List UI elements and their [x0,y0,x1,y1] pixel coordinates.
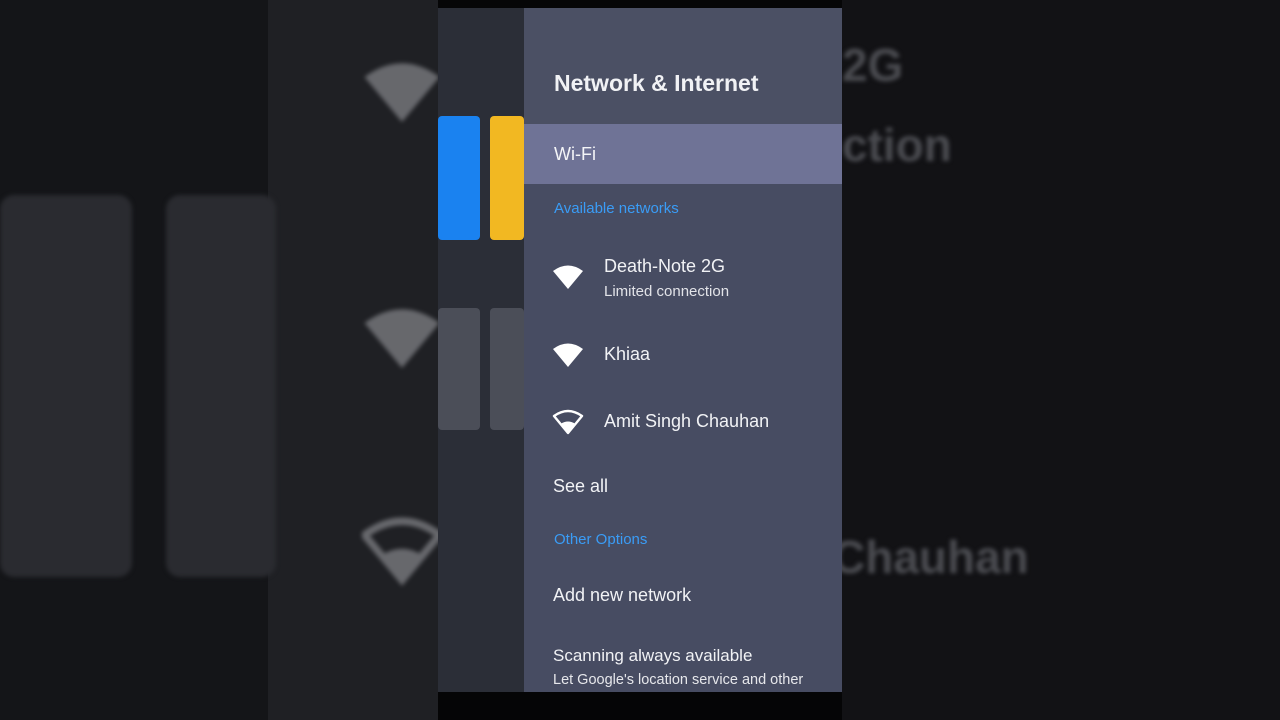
network-item-death-note[interactable]: Death-Note 2G Limited connection [524,252,842,302]
background-text: Chauhan [842,531,1029,583]
network-item-khiaa[interactable]: Khiaa [524,340,842,390]
other-options-label: Other Options [554,531,648,548]
background-wifi-icon [362,517,438,586]
app-tile-blue[interactable] [438,116,480,240]
network-name: Death-Note 2G [604,256,726,276]
panel-title: Network & Internet [554,70,759,96]
scanning-description: Let Google's location service and other [553,672,804,688]
wifi-partial-icon [552,409,584,435]
network-item-amit-singh-chauhan[interactable]: Amit Singh Chauhan [524,407,842,457]
settings-panel: Network & Internet Wi-Fi Available netwo… [524,8,842,692]
wifi-row-label: Wi-Fi [554,144,596,164]
app-tile[interactable] [490,308,524,430]
wifi-toggle-row[interactable]: Wi-Fi [524,124,842,184]
background-wifi-icon [364,63,438,122]
see-all-button[interactable]: See all [553,476,608,497]
add-new-network-button[interactable]: Add new network [553,585,691,606]
top-letterbox [438,0,842,8]
tv-screen: Network & Internet Wi-Fi Available netwo… [438,8,842,692]
background-wifi-icon [364,309,438,368]
wifi-full-icon [553,343,583,367]
background-card [166,195,276,577]
home-screen-behind [438,8,524,692]
background-left [0,0,438,720]
panel-header: Network & Internet [524,8,842,124]
background-text: 2G [842,39,904,91]
wifi-full-icon [553,265,583,289]
app-tile[interactable] [438,308,480,430]
background-card [0,195,132,577]
network-status: Limited connection [604,283,730,300]
app-tile-yellow[interactable] [490,116,524,240]
bottom-letterbox [438,692,842,720]
scanning-always-available-toggle[interactable]: Scanning always available [553,646,752,666]
background-text: ction [842,119,952,171]
network-name: Khiaa [604,344,651,364]
available-networks-label: Available networks [554,200,679,217]
network-name: Amit Singh Chauhan [604,411,770,431]
background-right: 2G ction Chauhan [842,0,1280,720]
